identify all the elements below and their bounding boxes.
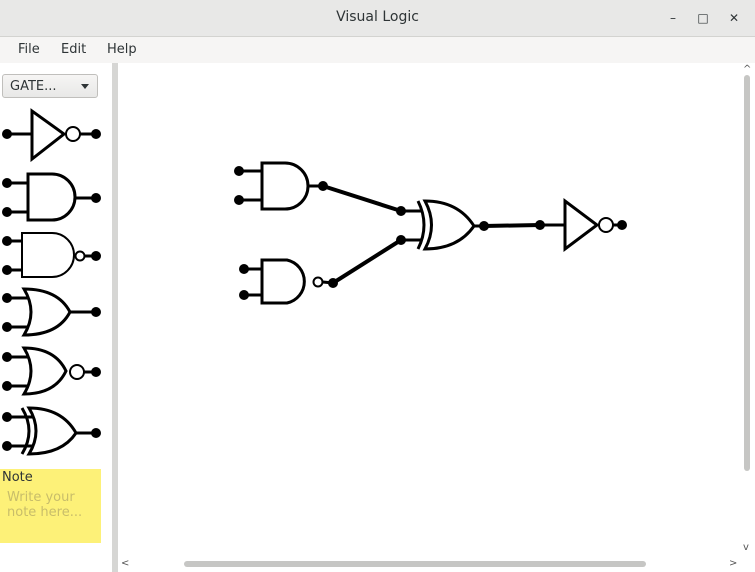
close-button[interactable]: ✕ (724, 8, 744, 28)
xor-gate (422, 199, 476, 251)
nor-gate-icon[interactable] (0, 344, 104, 400)
not-gate (563, 198, 600, 252)
window-title: Visual Logic (336, 9, 419, 25)
note-panel: Note (0, 469, 101, 543)
wire-nand-to-xor (331, 238, 403, 285)
circuit-diagram (234, 161, 627, 305)
gate-type-select-value: GATE... (10, 79, 57, 94)
menu-edit[interactable]: Edit (61, 42, 86, 57)
note-label: Note (2, 470, 33, 485)
xor-gate-icon[interactable] (0, 404, 104, 460)
circuit-canvas[interactable] (118, 63, 755, 572)
scroll-down-icon[interactable]: v (743, 543, 749, 553)
horizontal-scroll-thumb[interactable] (184, 561, 646, 567)
note-input[interactable] (3, 488, 97, 540)
maximize-button[interactable]: □ (693, 8, 713, 28)
chevron-down-icon (81, 84, 89, 89)
gate-palette: GATE... Note Write your note here... (0, 63, 112, 572)
gate-type-select[interactable]: GATE... (2, 74, 98, 98)
vertical-scrollbar[interactable]: ^ v (739, 63, 755, 556)
horizontal-scrollbar[interactable]: < > (118, 556, 739, 572)
scroll-left-icon[interactable]: < (121, 559, 129, 569)
and-gate-icon[interactable] (0, 170, 104, 226)
wire-xor-to-not (483, 223, 541, 228)
scroll-up-icon[interactable]: ^ (743, 65, 751, 75)
title-bar: Visual Logic – □ ✕ (0, 0, 755, 37)
scroll-right-icon[interactable]: > (729, 559, 737, 569)
nand-gate-icon[interactable] (0, 228, 104, 284)
and-gate (260, 161, 310, 211)
menu-help[interactable]: Help (107, 42, 137, 57)
vertical-scroll-thumb[interactable] (744, 75, 750, 471)
menu-file[interactable]: File (18, 42, 40, 57)
or-gate-icon[interactable] (0, 285, 104, 341)
not-gate-icon[interactable] (0, 106, 104, 162)
wire-and-to-xor (322, 184, 402, 213)
nand-gate (260, 258, 306, 305)
menu-bar: File Edit Help (0, 37, 755, 63)
minimize-button[interactable]: – (663, 8, 683, 28)
